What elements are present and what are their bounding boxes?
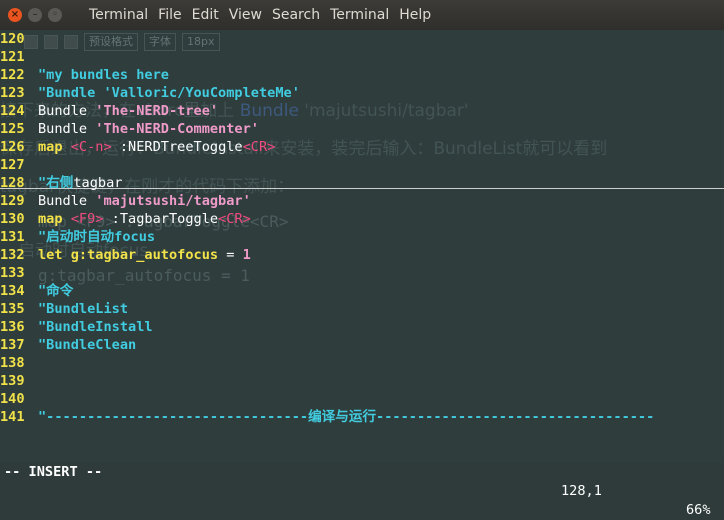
scroll-percent: 66% xyxy=(686,502,711,518)
menu-item-terminal[interactable]: Terminal xyxy=(84,0,153,30)
code-token: "启动时自动focus xyxy=(38,229,156,245)
code-token: let xyxy=(38,247,71,263)
editor-line[interactable]: 124 Bundle 'The-NERD-tree' xyxy=(0,102,724,120)
line-number: 131 xyxy=(0,229,25,245)
code-token: "my bundles here xyxy=(38,67,169,83)
line-number: 121 xyxy=(0,49,25,65)
editor-line[interactable]: 136 "BundleInstall xyxy=(0,318,724,336)
menu-item-search[interactable]: Search xyxy=(267,0,325,30)
editor-line[interactable]: 134 "命令 xyxy=(0,282,724,300)
editor-line[interactable]: 121 xyxy=(0,48,724,66)
line-number: 124 xyxy=(0,103,25,119)
line-number: 140 xyxy=(0,391,25,407)
code-token: <CR> xyxy=(218,211,251,227)
line-number: 133 xyxy=(0,265,25,281)
line-number: 128 xyxy=(0,175,25,191)
line-number: 122 xyxy=(0,67,25,83)
editor-line[interactable]: 120 xyxy=(0,30,724,48)
code-token: Bundle xyxy=(38,121,96,137)
line-number: 123 xyxy=(0,85,25,101)
code-token: 'The-NERD-Commenter' xyxy=(95,121,259,137)
code-token: <C-n> xyxy=(70,139,112,155)
code-token: map xyxy=(38,139,71,155)
code-token: 'majutsushi/tagbar' xyxy=(95,193,251,209)
code-token: = xyxy=(218,247,243,263)
code-token: 'The-NERD-tree' xyxy=(95,103,219,119)
editor-line[interactable]: 122 "my bundles here xyxy=(0,66,724,84)
code-token: <CR> xyxy=(242,139,276,155)
status-line: -- INSERT -- 128,1 66% xyxy=(0,444,724,518)
editor-line[interactable]: 127 xyxy=(0,156,724,174)
editor-line[interactable]: 131 "启动时自动focus xyxy=(0,228,724,246)
minimize-icon[interactable]: – xyxy=(28,8,42,22)
code-token: "BundleInstall xyxy=(38,319,153,335)
menu-item-file[interactable]: File xyxy=(153,0,186,30)
editor-line[interactable]: 140 xyxy=(0,390,724,408)
terminal-area[interactable]: 预设格式 字体 18px 接下来的方法，在vimrc里加上 Bundle 'ma… xyxy=(0,30,724,463)
editor-line[interactable]: 141 "--------------------------------编译与运… xyxy=(0,408,724,426)
editor-line[interactable]: 126 map <C-n> :NERDTreeToggle<CR> xyxy=(0,138,724,156)
line-number: 138 xyxy=(0,355,25,371)
line-number: 136 xyxy=(0,319,25,335)
line-number: 134 xyxy=(0,283,25,299)
editor-line[interactable]: 139 xyxy=(0,372,724,390)
mode-indicator: -- INSERT -- xyxy=(4,464,103,480)
code-token: "Bundle 'Valloric/YouCompleteMe' xyxy=(38,85,300,101)
editor-line[interactable]: 130 map <F9> :TagbarToggle<CR> xyxy=(0,210,724,228)
cursor-position: 128,1 xyxy=(561,483,602,499)
close-icon[interactable]: × xyxy=(8,8,22,22)
line-number: 127 xyxy=(0,157,25,173)
code-token: g:tagbar_autofocus xyxy=(70,247,219,263)
line-number: 139 xyxy=(0,373,25,389)
code-token: "命令 xyxy=(38,283,74,299)
editor-line[interactable]: 135 "BundleList xyxy=(0,300,724,318)
line-number: 125 xyxy=(0,121,25,137)
line-number: 126 xyxy=(0,139,25,155)
editor-line[interactable]: 123 "Bundle 'Valloric/YouCompleteMe' xyxy=(0,84,724,102)
editor-line[interactable]: 133 xyxy=(0,264,724,282)
code-token: <F9> xyxy=(70,211,104,227)
menu-bar: Terminal File Edit View Search Terminal Help xyxy=(84,0,436,30)
menu-item-edit[interactable]: Edit xyxy=(187,0,224,30)
menu-item-terminal[interactable]: Terminal xyxy=(325,0,394,30)
code-token: "--------------------------------编译与运行--… xyxy=(38,409,655,425)
line-number: 141 xyxy=(0,409,25,425)
code-token: Bundle xyxy=(38,193,96,209)
code-token: map xyxy=(38,211,71,227)
maximize-icon[interactable]: ◦ xyxy=(48,8,62,22)
code-token: Bundle xyxy=(38,103,96,119)
code-token: :TagbarToggle xyxy=(103,211,219,227)
editor-line[interactable]: 132 let g:tagbar_autofocus = 1 xyxy=(0,246,724,264)
menu-item-help[interactable]: Help xyxy=(394,0,436,30)
editor-buffer[interactable]: 120 121 122 "my bundles here 123 "Bundle 'Val… xyxy=(0,30,724,426)
line-number: 137 xyxy=(0,337,25,353)
editor-line[interactable]: 138 xyxy=(0,354,724,372)
editor-line[interactable]: 129 Bundle 'majutsushi/tagbar' xyxy=(0,192,724,210)
code-token: 1 xyxy=(242,247,251,263)
code-token: "右侧 xyxy=(38,175,74,191)
code-token: :NERDTreeToggle xyxy=(111,139,243,155)
editor-line[interactable]: 137 "BundleClean xyxy=(0,336,724,354)
line-number: 120 xyxy=(0,31,25,47)
menu-item-view[interactable]: View xyxy=(224,0,267,30)
code-token: "BundleClean xyxy=(38,337,137,353)
line-number: 129 xyxy=(0,193,25,209)
line-number: 130 xyxy=(0,211,25,227)
line-number: 132 xyxy=(0,247,25,263)
title-bar: × – ◦ Terminal File Edit View Search Terminal… xyxy=(0,0,724,30)
code-token: "BundleList xyxy=(38,301,129,317)
code-token: tagbar xyxy=(73,175,123,191)
editor-line[interactable]: 125 Bundle 'The-NERD-Commenter' xyxy=(0,120,724,138)
line-number: 135 xyxy=(0,301,25,317)
editor-line[interactable]: 128 "右侧tagbar xyxy=(0,174,724,192)
